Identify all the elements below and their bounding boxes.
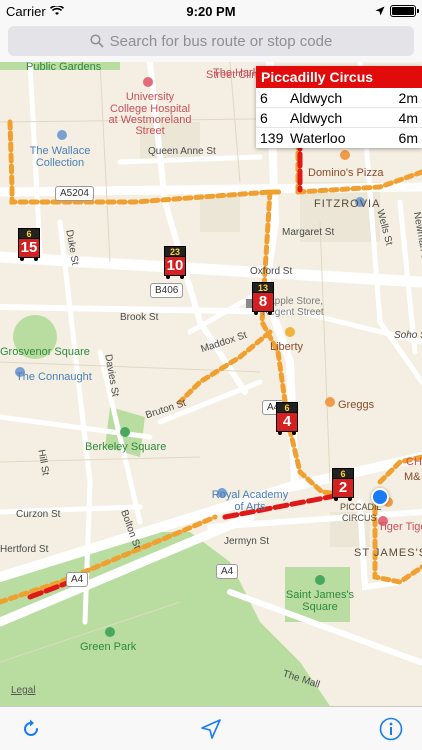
label-hertford-st: Hertford St xyxy=(0,544,49,555)
search-bar: Search for bus route or stop code xyxy=(0,22,422,62)
search-icon xyxy=(90,34,104,48)
label-dominos: Domino's Pizza xyxy=(308,167,384,179)
locate-me-button[interactable] xyxy=(196,714,226,744)
label-jermyn-st: Jermyn St xyxy=(224,536,270,547)
arrival-route: 6 xyxy=(260,109,268,126)
label-green-park: Green Park xyxy=(80,641,137,653)
stop-title: Piccadilly Circus xyxy=(256,66,422,88)
label-public-gardens: Public Gardens xyxy=(26,62,102,73)
info-button[interactable] xyxy=(376,714,406,744)
label-grosvenor-square: Grosvenor Square xyxy=(0,346,90,358)
label-brook-st: Brook St xyxy=(120,312,159,323)
legal-link[interactable]: Legal xyxy=(11,685,35,696)
arrival-route: 139 xyxy=(260,130,284,146)
road-badge-a5204: A5204 xyxy=(55,186,94,201)
bus-marker-top: 6 xyxy=(18,228,40,239)
wifi-icon xyxy=(49,6,64,15)
arrival-row[interactable]: 6 Aldwych 2m xyxy=(256,88,422,108)
label-berkeley-square: Berkeley Square xyxy=(85,441,167,453)
arrival-destination: Waterloo xyxy=(290,130,346,146)
arrival-row[interactable]: 139 Waterloo 6m xyxy=(256,128,422,148)
arrival-time: 6m xyxy=(398,130,418,146)
search-placeholder: Search for bus route or stop code xyxy=(109,32,333,50)
label-st-james-square-2: Square xyxy=(302,601,338,613)
location-services-icon xyxy=(375,6,385,16)
label-ch: CH xyxy=(406,456,422,468)
label-queen-anne-st: Queen Anne St xyxy=(148,146,216,157)
arrival-time: 4m xyxy=(398,109,418,126)
road-badge-b406: B406 xyxy=(150,283,184,298)
label-liberty: Liberty xyxy=(270,341,304,353)
stop-arrivals-popup[interactable]: Piccadilly Circus 6 Aldwych 2m 6 Aldwych… xyxy=(256,66,422,148)
label-margaret-st: Margaret St xyxy=(282,227,335,238)
label-wallace-1: The Wallace xyxy=(29,145,91,157)
label-street-clinic: Street Clini xyxy=(206,69,260,81)
user-location-dot xyxy=(371,488,389,506)
map-view[interactable]: Public Gardens The Harley Street Clini U… xyxy=(0,62,422,706)
label-uch-1: University xyxy=(125,91,175,103)
bus-marker-8[interactable]: 13 8 xyxy=(252,282,274,315)
info-icon xyxy=(379,717,403,740)
bus-route-number: 2 xyxy=(332,479,354,498)
location-arrow-icon xyxy=(201,718,221,739)
bus-marker-top: 23 xyxy=(164,246,186,257)
search-field[interactable]: Search for bus route or stop code xyxy=(8,26,414,56)
label-royal-academy-1: Royal Academy xyxy=(211,489,289,501)
bus-marker-4[interactable]: 6 4 xyxy=(276,402,298,435)
bus-route-number: 10 xyxy=(164,257,186,276)
label-apple-1: Apple Store, xyxy=(268,296,324,307)
road-badge-a4: A4 xyxy=(66,572,89,587)
bus-marker-top: 13 xyxy=(252,282,274,293)
bottom-toolbar xyxy=(0,706,422,750)
label-st-james: ST JAMES'S xyxy=(354,547,422,559)
label-st-james-square-1: Saint James's xyxy=(285,589,355,601)
arrival-route: 6 xyxy=(260,89,268,106)
bus-route-number: 4 xyxy=(276,413,298,432)
arrival-row[interactable]: 6 Aldwych 4m xyxy=(256,108,422,128)
battery-icon xyxy=(390,5,419,17)
bus-marker-15[interactable]: 6 15 xyxy=(18,228,40,261)
label-wallace-2: Collection xyxy=(35,157,85,169)
label-ms: M& xyxy=(404,471,421,483)
bus-marker-top: 6 xyxy=(276,402,298,413)
road-badge-a4-b: A4 xyxy=(216,564,239,579)
arrival-destination: Aldwych xyxy=(290,109,343,126)
label-soho: Soho S xyxy=(394,330,422,341)
label-royal-academy-2: of Arts xyxy=(234,501,266,513)
label-greggs: Greggs xyxy=(338,399,375,411)
label-uch-4: Street xyxy=(135,125,165,137)
bus-marker-top: 6 xyxy=(332,468,354,479)
bus-route-number: 15 xyxy=(18,239,40,258)
label-fitzrovia: FITZROVIA xyxy=(314,198,381,210)
label-connaught: The Connaught xyxy=(16,371,92,383)
arrival-destination: Aldwych xyxy=(290,89,343,106)
label-tiger-tiger: Tiger Tige xyxy=(378,521,422,533)
label-oxford-st: Oxford St xyxy=(250,266,293,277)
status-bar: Carrier 9:20 PM xyxy=(0,0,422,22)
carrier-label: Carrier xyxy=(6,3,46,19)
refresh-icon xyxy=(24,719,38,736)
arrival-time: 2m xyxy=(398,89,418,106)
bus-route-number: 8 xyxy=(252,293,274,312)
bus-marker-10[interactable]: 23 10 xyxy=(164,246,186,279)
refresh-button[interactable] xyxy=(16,714,46,744)
bus-marker-2[interactable]: 6 2 xyxy=(332,468,354,501)
label-curzon-st: Curzon St xyxy=(16,509,61,520)
label-piccadilly-2: CIRCUS xyxy=(342,513,377,523)
